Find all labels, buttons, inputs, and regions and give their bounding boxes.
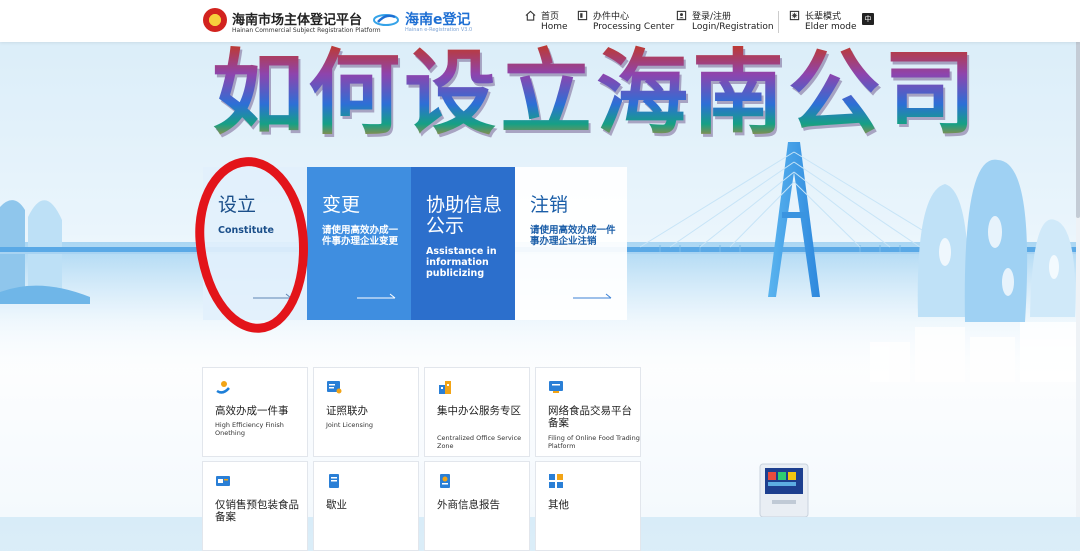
suspend-icon — [329, 474, 339, 488]
service-tile-subtitle: High Efficiency Finish Onething — [215, 421, 284, 437]
service-tile-online-food[interactable]: 网络食品交易平台备案 Filing of Online Food Trading… — [535, 367, 641, 457]
e-registration-logo-icon — [373, 14, 399, 26]
service-tile-title: 仅销售预包装食品备案 — [215, 499, 299, 523]
card-deregistration-title: 注销 — [530, 194, 569, 216]
hero-title: 如何设立海南公司 — [212, 40, 981, 147]
service-tile-joint-licensing[interactable]: 证照联办 Joint Licensing — [313, 367, 419, 457]
efficiency-icon — [216, 381, 230, 394]
card-change-subtitle: 请使用高效办成一件事办理企业变更 — [322, 225, 399, 247]
nav-home[interactable]: 首页 Home — [525, 9, 575, 35]
home-icon — [525, 10, 536, 21]
nav-elder-mode-label-en: Elder mode — [805, 22, 857, 32]
document-icon — [577, 10, 588, 21]
card-constitute[interactable]: 设立 Constitute — [203, 167, 307, 320]
grid-icon — [549, 474, 563, 488]
service-tile-foreign-report[interactable]: 外商信息报告 — [424, 461, 530, 551]
arrow-right-icon — [573, 293, 612, 299]
office-icon — [439, 381, 451, 394]
nav-processing-center-label: 办件中心 — [593, 12, 630, 22]
service-tile-suspend-business[interactable]: 歇业 — [313, 461, 419, 551]
nav-elder-mode-label: 长辈模式 — [805, 12, 842, 22]
service-tile-title: 高效办成一件事 — [215, 405, 289, 417]
service-tile-title: 集中办公服务专区 — [437, 405, 521, 417]
card-assistance-title: 协助信息公示 — [426, 194, 503, 237]
card-constitute-subtitle: Constitute — [218, 225, 275, 236]
card-change-title: 变更 — [322, 194, 361, 216]
national-emblem-logo — [203, 8, 227, 32]
service-tile-others[interactable]: 其他 — [535, 461, 641, 551]
card-assistance-subtitle: Assistance in information publicizing — [426, 246, 497, 279]
nav-login-label-en: Login/Registration — [692, 22, 774, 32]
top-navigation-bar: 海南市场主体登记平台 Hainan Commercial Subject Reg… — [0, 0, 1080, 42]
nav-home-label-en: Home — [541, 22, 568, 32]
monitor-icon — [549, 381, 563, 393]
nav-home-label: 首页 — [541, 12, 560, 22]
language-switch-icon[interactable]: 中 — [862, 13, 874, 25]
page-scrollbar[interactable] — [1076, 0, 1080, 517]
card-deregistration-subtitle: 请使用高效办成一件事办理企业注销 — [530, 225, 616, 247]
food-filing-icon — [216, 476, 230, 486]
arrow-right-icon — [357, 293, 396, 299]
license-icon — [327, 381, 342, 394]
foreign-report-icon — [440, 474, 450, 488]
arrow-right-icon — [253, 293, 292, 299]
elder-mode-icon — [789, 10, 800, 21]
service-tile-efficiency[interactable]: 高效办成一件事 High Efficiency Finish Onething — [202, 367, 308, 457]
nav-login-registration[interactable]: 登录/注册 Login/Registration — [676, 9, 774, 35]
service-tile-title: 歇业 — [326, 499, 347, 511]
self-service-kiosk-illustration — [759, 463, 809, 517]
nav-processing-center[interactable]: 办件中心 Processing Center — [577, 9, 675, 35]
nav-elder-mode[interactable]: 长辈模式 Elder mode — [789, 9, 857, 35]
card-deregistration[interactable]: 注销 请使用高效办成一件事办理企业注销 — [515, 167, 627, 320]
service-tile-subtitle: Centralized Office Service Zone — [437, 434, 522, 450]
service-tile-centralized-office[interactable]: 集中办公服务专区 Centralized Office Service Zone — [424, 367, 530, 457]
service-tile-title: 网络食品交易平台备案 — [548, 405, 632, 429]
nav-processing-center-label-en: Processing Center — [593, 22, 675, 32]
card-change[interactable]: 变更 请使用高效办成一件事办理企业变更 — [307, 167, 411, 320]
service-tile-title: 外商信息报告 — [437, 499, 500, 511]
service-tile-prepackaged-food[interactable]: 仅销售预包装食品备案 — [202, 461, 308, 551]
service-tile-title: 其他 — [548, 499, 569, 511]
brand-title[interactable]: 海南市场主体登记平台 — [232, 9, 362, 28]
nav-divider — [778, 11, 779, 33]
service-tile-subtitle: Filing of Online Food Trading Platform — [548, 434, 640, 450]
user-icon — [676, 10, 687, 21]
nav-login-label: 登录/注册 — [692, 12, 732, 22]
business-type-cards: 设立 Constitute 变更 请使用高效办成一件事办理企业变更 协助信息公示… — [203, 167, 627, 320]
service-tile-title: 证照联办 — [326, 405, 368, 417]
card-assistance-info[interactable]: 协助信息公示 Assistance in information publici… — [411, 167, 515, 320]
card-constitute-title: 设立 — [218, 194, 257, 216]
e-registration-version: Hainan e-Registration V3.0 — [405, 27, 473, 33]
brand-subtitle: Hainan Commercial Subject Registration P… — [232, 27, 381, 34]
e-registration-title[interactable]: 海南e登记 — [405, 9, 471, 29]
service-tile-subtitle: Joint Licensing — [326, 421, 373, 429]
